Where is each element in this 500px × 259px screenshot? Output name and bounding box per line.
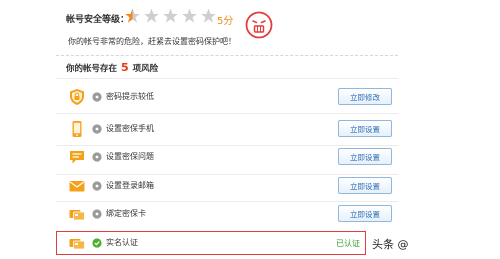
star-rating — [124, 8, 217, 24]
risk-title-prefix: 你的帐号存在 — [66, 64, 118, 74]
list-item-email: 设置登录邮箱 立即设置 — [56, 171, 398, 201]
shield-icon — [70, 89, 84, 105]
item-label: 设置密保问题 — [106, 152, 154, 161]
phone-icon — [72, 121, 82, 137]
warning-status-icon — [92, 152, 102, 162]
item-label: 设置登录邮箱 — [106, 181, 154, 190]
set-now-button[interactable]: 立即设置 — [338, 177, 392, 194]
risk-title-suffix: 项风险 — [132, 64, 159, 74]
cards-icon — [69, 210, 85, 221]
chat-bubble-icon — [70, 151, 84, 164]
warning-status-icon — [92, 209, 102, 219]
risk-count: 5 — [121, 61, 129, 74]
sad-face-icon — [245, 11, 273, 39]
warning-status-icon — [92, 92, 102, 102]
set-now-button[interactable]: 立即设置 — [338, 120, 392, 137]
watermark: 头条 @ — [372, 236, 409, 252]
security-score: 5分 — [217, 16, 234, 27]
warning-status-icon — [92, 181, 102, 191]
envelope-icon — [69, 181, 85, 192]
highlight-box — [56, 231, 366, 255]
star-icon — [201, 8, 216, 23]
divider — [56, 78, 398, 79]
list-item-phone: 设置密保手机 立即设置 — [56, 114, 398, 144]
list-item-card: 绑定密保卡 立即设置 — [56, 199, 398, 229]
item-label: 绑定密保卡 — [106, 209, 146, 218]
set-now-button[interactable]: 立即设置 — [338, 205, 392, 222]
item-label: 密码提示较低 — [106, 92, 154, 101]
list-item-question: 设置密保问题 立即设置 — [56, 142, 398, 172]
list-item-password: 密码提示较低 立即修改 — [56, 82, 398, 112]
star-icon — [144, 8, 159, 23]
danger-message: 你的帐号非常的危险，赶紧去设置密码保护吧！ — [68, 37, 236, 46]
star-icon — [182, 8, 197, 23]
warning-status-icon — [92, 124, 102, 134]
security-level-label: 帐号安全等级： — [66, 15, 130, 25]
item-label: 设置密保手机 — [106, 124, 154, 133]
star-icon — [163, 8, 178, 23]
watermark-text: 头条 @ — [372, 238, 409, 251]
modify-now-button[interactable]: 立即修改 — [338, 88, 392, 105]
star-icon-half — [125, 8, 140, 23]
divider — [56, 55, 398, 56]
risk-title: 你的帐号存在 5 项风险 — [66, 61, 158, 74]
set-now-button[interactable]: 立即设置 — [338, 148, 392, 165]
